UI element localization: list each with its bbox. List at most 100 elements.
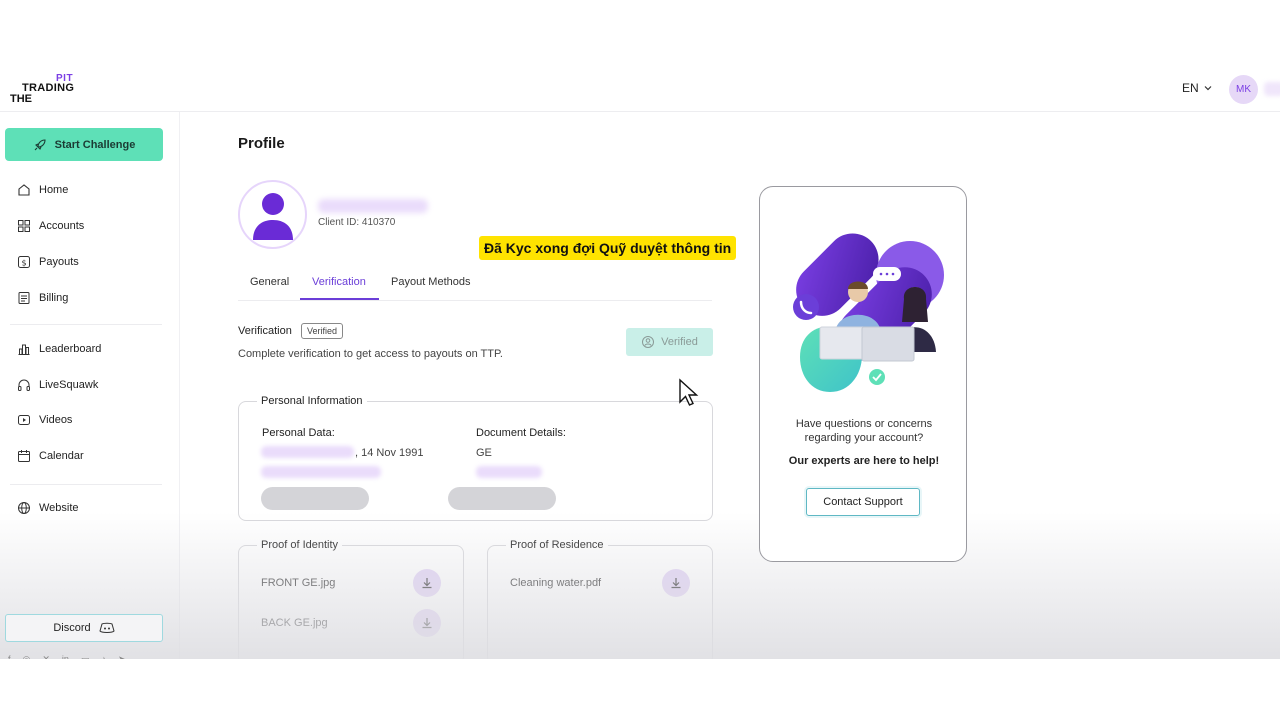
discord-label: Discord bbox=[53, 622, 91, 634]
section-legend: Proof of Residence bbox=[506, 539, 608, 551]
contact-support-button[interactable]: Contact Support bbox=[806, 488, 920, 516]
user-badge-icon bbox=[642, 336, 655, 348]
sidebar-item-label: Videos bbox=[39, 414, 73, 426]
sidebar-item-label: Home bbox=[39, 184, 69, 196]
top-bar: PIT TRADING THE EN MK bbox=[0, 62, 1280, 112]
verification-description: Complete verification to get access to p… bbox=[238, 348, 503, 360]
profile-avatar[interactable] bbox=[238, 180, 307, 249]
page-title: Profile bbox=[238, 135, 285, 152]
sidebar-item-label: Payouts bbox=[39, 256, 79, 268]
file-name: Cleaning water.pdf bbox=[510, 577, 602, 589]
sidebar-item-billing[interactable]: Billing bbox=[17, 288, 68, 308]
sidebar-item-accounts[interactable]: Accounts bbox=[17, 216, 84, 236]
start-challenge-button[interactable]: Start Challenge bbox=[5, 128, 163, 161]
client-id: Client ID: 410370 bbox=[318, 217, 396, 228]
youtube-icon[interactable]: ▭ bbox=[81, 654, 90, 659]
support-tagline: Our experts are here to help! bbox=[788, 455, 940, 467]
sidebar-divider bbox=[10, 324, 162, 325]
download-icon bbox=[422, 578, 432, 589]
download-button[interactable] bbox=[413, 609, 441, 637]
file-name: BACK GE.jpg bbox=[261, 617, 328, 629]
sidebar-item-home[interactable]: Home bbox=[17, 180, 68, 200]
download-button[interactable] bbox=[662, 569, 690, 597]
calendar-icon bbox=[18, 450, 30, 462]
sidebar-item-website[interactable]: Website bbox=[17, 498, 79, 518]
verified-button-label: Verified bbox=[661, 336, 698, 348]
download-icon bbox=[422, 618, 432, 629]
tab-verification[interactable]: Verification bbox=[312, 276, 366, 288]
sidebar-item-payouts[interactable]: $ Payouts bbox=[17, 252, 79, 272]
document-details-label: Document Details: bbox=[476, 427, 566, 439]
file-name: FRONT GE.jpg bbox=[261, 577, 336, 589]
document-country: GE bbox=[476, 447, 492, 459]
sidebar-item-label: Leaderboard bbox=[39, 343, 102, 355]
tab-payout-methods[interactable]: Payout Methods bbox=[391, 276, 471, 288]
app-frame: PIT TRADING THE EN MK Start Challenge Ho… bbox=[0, 62, 1280, 659]
mouse-cursor-icon bbox=[679, 378, 699, 406]
tab-general[interactable]: General bbox=[250, 276, 289, 288]
redacted-name bbox=[261, 446, 354, 458]
section-legend: Proof of Identity bbox=[257, 539, 343, 551]
user-name-blurred bbox=[318, 199, 428, 213]
grid-icon bbox=[18, 220, 30, 232]
personal-data-label: Personal Data: bbox=[262, 427, 335, 439]
home-icon bbox=[18, 184, 30, 196]
language-selector[interactable]: EN bbox=[1182, 81, 1213, 95]
rocket-icon bbox=[34, 138, 46, 150]
download-icon bbox=[671, 578, 681, 589]
redacted-field bbox=[448, 487, 556, 510]
avatar[interactable]: MK bbox=[1229, 75, 1258, 104]
active-tab-indicator bbox=[300, 298, 379, 300]
redacted-address bbox=[261, 466, 381, 478]
sidebar-item-label: Calendar bbox=[39, 450, 84, 462]
language-label: EN bbox=[1182, 81, 1199, 95]
tiktok-icon[interactable]: ♪ bbox=[101, 654, 106, 659]
logo-the: THE bbox=[10, 93, 32, 105]
verified-button[interactable]: Verified bbox=[626, 328, 713, 356]
section-legend: Personal Information bbox=[257, 395, 367, 407]
overlay-caption: Đã Kyc xong đợi Quỹ duyệt thông tin bbox=[479, 236, 737, 260]
date-of-birth: , 14 Nov 1991 bbox=[355, 447, 424, 459]
sidebar-divider bbox=[10, 484, 162, 485]
user-name-blurred bbox=[1264, 82, 1280, 96]
user-icon bbox=[252, 192, 293, 240]
document-icon bbox=[18, 292, 30, 304]
sidebar-item-livesquawk[interactable]: LiveSquawk bbox=[17, 375, 98, 395]
dollar-icon: $ bbox=[18, 256, 30, 268]
proof-of-residence-section: Proof of Residence Cleaning water.pdf bbox=[487, 539, 713, 659]
discord-icon bbox=[99, 622, 115, 633]
instagram-icon[interactable]: ◎ bbox=[23, 654, 31, 659]
support-card: Have questions or concerns regarding you… bbox=[759, 186, 967, 562]
personal-information-section: Personal Information Personal Data: , 14… bbox=[238, 395, 713, 521]
globe-icon bbox=[18, 502, 30, 514]
download-button[interactable] bbox=[413, 569, 441, 597]
linkedin-icon[interactable]: in bbox=[62, 654, 69, 659]
x-icon[interactable]: ✕ bbox=[42, 654, 50, 659]
logo[interactable]: PIT TRADING THE bbox=[10, 73, 80, 105]
sidebar-item-label: Billing bbox=[39, 292, 69, 304]
sidebar: Start Challenge Home Accounts $ Payouts … bbox=[0, 112, 180, 659]
sidebar-item-label: Accounts bbox=[39, 220, 85, 232]
facebook-icon[interactable]: f bbox=[8, 654, 11, 659]
bar-chart-icon bbox=[18, 344, 30, 355]
social-links: f ◎ ✕ in ▭ ♪ ➤ bbox=[8, 654, 126, 659]
sidebar-item-leaderboard[interactable]: Leaderboard bbox=[17, 339, 101, 359]
chevron-down-icon bbox=[1204, 86, 1212, 91]
sidebar-item-calendar[interactable]: Calendar bbox=[17, 446, 84, 466]
start-challenge-label: Start Challenge bbox=[54, 138, 136, 151]
support-illustration bbox=[793, 233, 944, 392]
sidebar-item-label: Website bbox=[39, 502, 79, 514]
discord-button[interactable]: Discord bbox=[5, 614, 163, 642]
profile-tabs: General Verification Payout Methods bbox=[238, 267, 712, 301]
svg-text:$: $ bbox=[21, 259, 26, 268]
redacted-field bbox=[261, 487, 369, 510]
telegram-icon[interactable]: ➤ bbox=[118, 654, 126, 659]
sidebar-item-videos[interactable]: Videos bbox=[17, 410, 72, 430]
proof-of-identity-section: Proof of Identity FRONT GE.jpg BACK GE.j… bbox=[238, 539, 464, 659]
sidebar-item-label: LiveSquawk bbox=[39, 379, 99, 391]
play-icon bbox=[18, 415, 30, 425]
status-badge: Verified bbox=[301, 323, 344, 339]
headphones-icon bbox=[18, 379, 30, 391]
redacted-document-number bbox=[476, 466, 542, 478]
verification-label: Verification bbox=[238, 325, 292, 337]
